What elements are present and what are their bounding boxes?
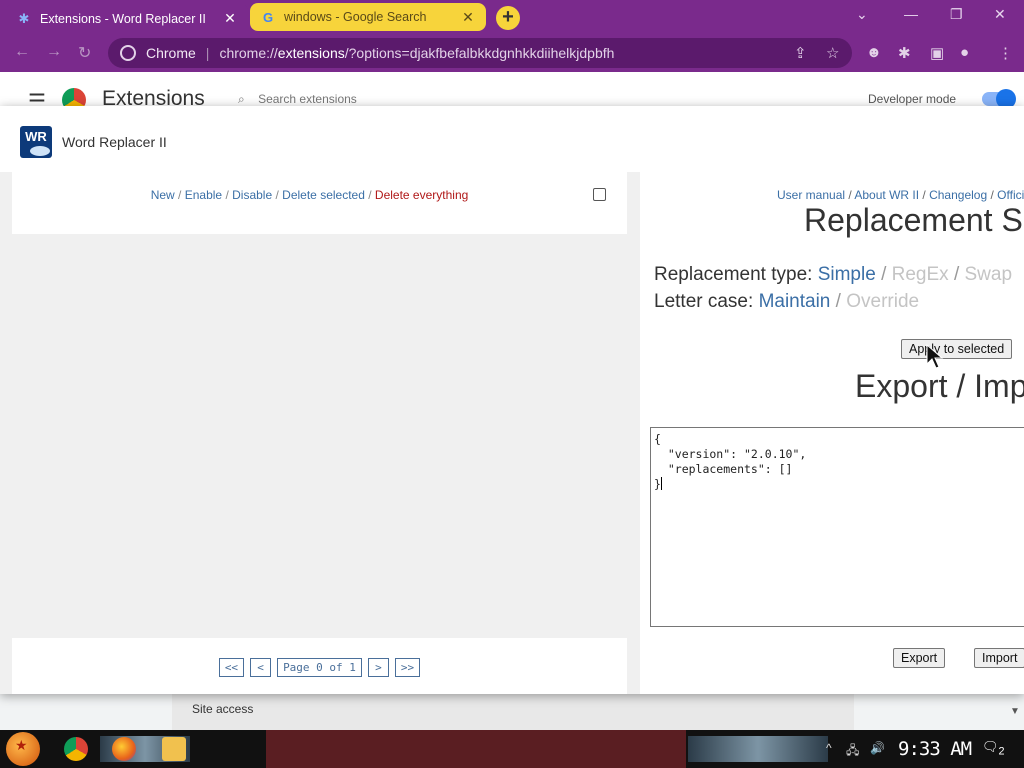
close-icon[interactable]: ✕ [222,10,238,27]
developer-mode-label: Developer mode [868,92,957,106]
tab-extensions[interactable]: ✱ Extensions - Word Replacer II ✕ [6,3,248,34]
pagination: << < Page 0 of 1 > >> [12,658,627,677]
replacements-pane: New / Enable / Disable / Delete selected… [0,172,640,694]
last-page-button[interactable]: >> [394,658,421,677]
taskbar-clock[interactable]: 9:33 AM [898,738,972,760]
user-manual-link[interactable]: User manual [777,188,845,202]
json-textarea[interactable]: { "version": "2.0.10", "replacements": [… [650,427,1024,627]
extensions-puzzle-icon[interactable]: ✱ [898,44,911,62]
import-button[interactable]: Import [974,648,1024,668]
tab-title: Extensions - Word Replacer II [40,11,206,26]
options-dialog: WR Word Replacer II New / Enable / Disab… [0,106,1024,694]
extension-detail-strip [172,694,854,730]
page-indicator: Page 0 of 1 [277,658,362,677]
word-replacer-logo-icon: WR [20,126,52,158]
developer-mode-toggle[interactable] [982,89,1016,109]
apply-to-selected-button[interactable]: Apply to selected [901,339,1013,359]
prev-page-button[interactable]: < [250,658,272,677]
bookmark-star-icon[interactable]: ☆ [826,44,839,62]
chrome-site-icon [120,45,136,61]
tray-chevron-icon[interactable]: ^ [826,741,832,755]
reload-icon[interactable]: ↻ [78,43,91,63]
about-link[interactable]: About WR II [854,188,919,202]
settings-pane: User manual / About WR II / Changelog / … [640,172,1024,694]
replacement-settings-heading: Replacement Se [804,202,1024,238]
delete-everything-link[interactable]: Delete everything [375,188,468,202]
google-icon: G [262,9,274,25]
site-access-label: Site access [192,702,254,716]
first-page-button[interactable]: << [218,658,245,677]
restore-icon[interactable]: ❐ [950,6,963,23]
option-regex[interactable]: RegEx [892,264,949,285]
option-swap[interactable]: Swap [965,264,1013,285]
option-override[interactable]: Override [846,291,919,312]
letter-case-label: Letter case: [654,291,754,312]
start-button[interactable] [6,732,40,766]
actions-panel: New / Enable / Disable / Delete selected… [12,172,627,234]
dialog-header: WR Word Replacer II [0,106,1024,172]
tab-search-icon[interactable]: ⌄ [856,6,868,23]
disable-link[interactable]: Disable [232,188,272,202]
back-icon[interactable]: ← [14,43,30,61]
close-icon[interactable]: ✕ [460,9,476,26]
mouse-pointer-icon [926,344,944,369]
new-tab-button[interactable]: + [496,6,520,30]
file-explorer-taskbar-icon[interactable] [162,737,186,761]
browser-toolbar: ← → ↻ Chrome | chrome://extensions/?opti… [0,34,1024,72]
screen: { "browser": { "tabs": [ { "title": "Ext… [0,0,1024,768]
export-import-heading: Export / Imp [855,368,1024,404]
window-close-icon[interactable]: ✕ [994,6,1006,23]
option-simple[interactable]: Simple [818,264,876,285]
select-all-checkbox[interactable] [593,188,606,201]
forward-icon[interactable]: → [46,43,62,61]
tab-title: windows - Google Search [284,10,427,24]
url-text: chrome://extensions/?options=djakfbefalb… [219,45,615,61]
scroll-down-arrow-icon[interactable]: ▼ [1010,706,1020,717]
share-icon[interactable]: ⇪ [794,44,807,62]
text-caret [660,477,662,490]
firefox-taskbar-icon[interactable] [112,737,136,761]
profile-extension-icon[interactable]: ☻ [866,44,882,61]
actions-bar: New / Enable / Disable / Delete selected… [150,188,469,202]
delete-selected-link[interactable]: Delete selected [282,188,365,202]
option-maintain[interactable]: Maintain [759,291,831,312]
export-button[interactable]: Export [893,648,946,668]
menu-kebab-icon[interactable]: ⋮ [998,44,1013,62]
help-links: User manual / About WR II / Changelog / … [777,188,1024,202]
volume-icon[interactable]: 🔊 [870,741,885,755]
official-link[interactable]: Offici [997,188,1024,202]
notifications-icon[interactable]: 🗨2 [982,739,1005,758]
new-link[interactable]: New [151,188,175,202]
tab-google-search[interactable]: G windows - Google Search ✕ [250,3,486,31]
enable-link[interactable]: Enable [185,188,222,202]
letter-case-row: Letter case: Maintain / Override [654,291,920,312]
chrome-taskbar-icon[interactable] [64,737,88,761]
search-extensions-input[interactable]: ⌕ Search extensions [238,92,357,107]
minimize-icon[interactable]: — [904,6,918,22]
replacement-type-row: Replacement type: Simple / RegEx / Swap [654,264,1013,285]
avatar-icon[interactable]: ● [960,44,969,61]
tab-strip: ✱ Extensions - Word Replacer II ✕ G wind… [0,0,1024,34]
pagination-panel: << < Page 0 of 1 > >> [12,638,627,694]
site-label: Chrome [146,45,196,61]
side-panel-icon[interactable]: ▣ [930,44,944,62]
puzzle-icon: ✱ [18,10,30,26]
network-icon[interactable]: 🖧 [846,741,859,762]
dialog-title: Word Replacer II [62,134,167,150]
changelog-link[interactable]: Changelog [929,188,987,202]
address-bar[interactable]: Chrome | chrome://extensions/?options=dj… [108,38,852,68]
replacement-type-label: Replacement type: [654,264,813,285]
next-page-button[interactable]: > [367,658,389,677]
taskbar: ^ 🖧 🔊 9:33 AM 🗨2 [0,730,1024,768]
